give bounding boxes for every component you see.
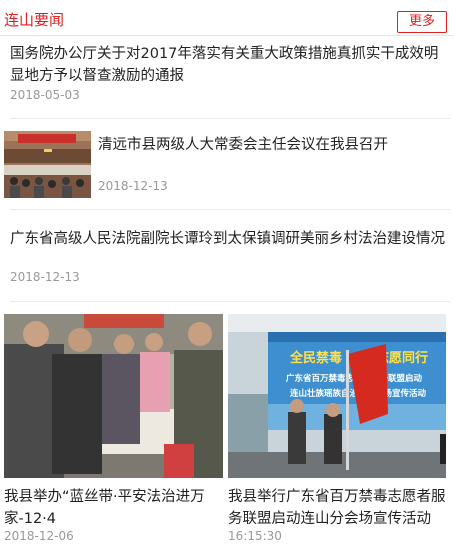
- card-date: 16:15:30: [228, 529, 282, 543]
- card-title[interactable]: 我县举行广东省百万禁毒志愿者服务联盟启动连山分会场宣传活动: [228, 486, 450, 530]
- meeting-photo: [4, 131, 91, 198]
- card-photo[interactable]: 全民禁毒 志愿同行 广东省百万禁毒志愿者服务联盟启动 连山壮族瑶族自治县分会场宣…: [228, 314, 446, 478]
- divider: [10, 301, 450, 302]
- outdoor-event-photo: [4, 314, 223, 478]
- news-title[interactable]: 广东省高级人民法院副院长谭玲到太保镇调研美丽乡村法治建设情况: [10, 228, 450, 250]
- news-thumbnail[interactable]: [4, 131, 91, 198]
- news-title[interactable]: 国务院办公厅关于对2017年落实有关重大政策措施真抓实干成效明显地方予以督查激励…: [10, 43, 450, 87]
- news-date: 2018-12-13: [98, 179, 168, 193]
- news-date: 2018-05-03: [10, 88, 80, 102]
- section-header: 连山要闻 更多: [0, 0, 454, 36]
- card-title[interactable]: 我县举办“蓝丝带·平安法治进万家-12·4: [4, 486, 226, 530]
- banner-text-left: 全民禁毒: [289, 350, 342, 365]
- divider: [10, 118, 450, 119]
- section-title: 连山要闻: [4, 11, 65, 29]
- more-button[interactable]: 更多: [397, 11, 447, 33]
- card-photo[interactable]: [4, 314, 223, 478]
- news-title[interactable]: 清远市县两级人大常委会主任会议在我县召开: [98, 134, 448, 156]
- card-date: 2018-12-06: [4, 529, 74, 543]
- divider: [10, 209, 450, 210]
- banner-event-photo: 全民禁毒 志愿同行 广东省百万禁毒志愿者服务联盟启动 连山壮族瑶族自治县分会场宣…: [228, 314, 446, 478]
- news-date: 2018-12-13: [10, 270, 80, 284]
